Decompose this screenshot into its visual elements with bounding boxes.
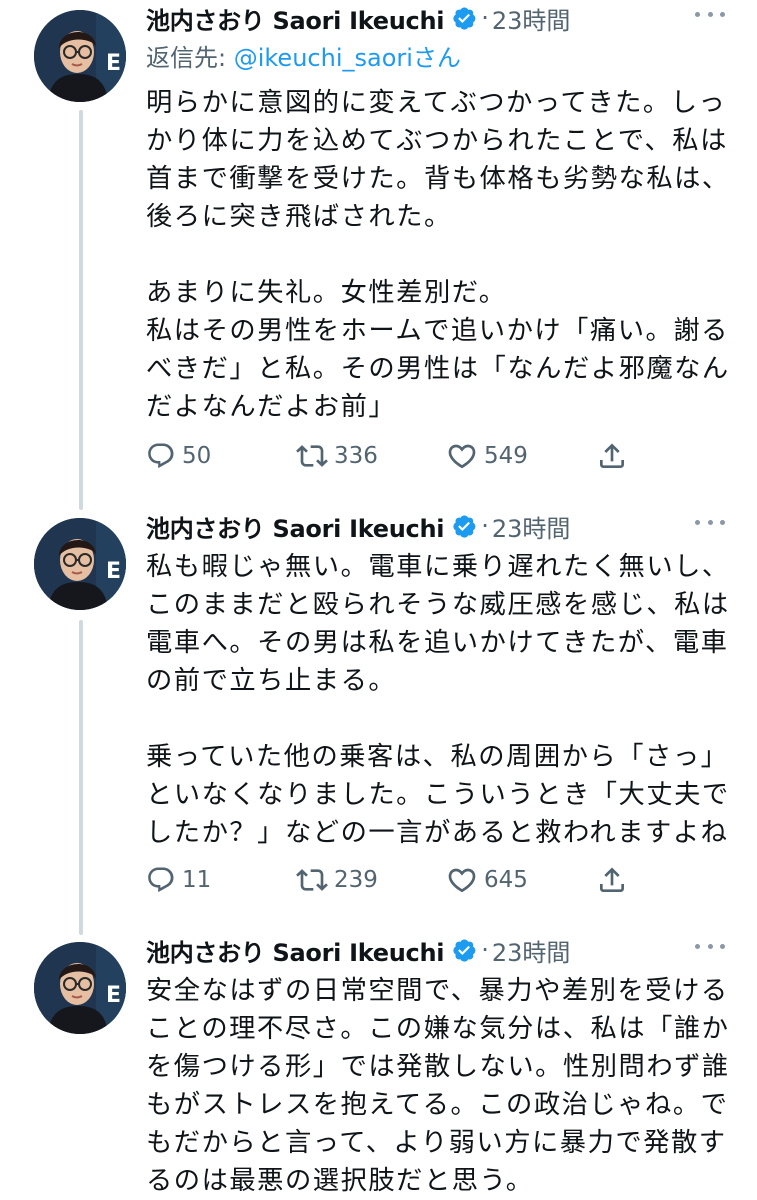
- reply-button[interactable]: 50: [146, 441, 211, 471]
- like-button[interactable]: 549: [446, 440, 528, 472]
- reply-icon: [148, 867, 174, 893]
- like-count: 549: [484, 443, 528, 469]
- tweet-text: 安全なはずの日常空間で、暴力や差別を受けることの理不尽さ。この嫌な気分は、私は「…: [146, 976, 730, 1196]
- more-options-icon[interactable]: [695, 512, 725, 532]
- svg-text:E: E: [106, 983, 121, 1008]
- like-button[interactable]: 645: [446, 864, 528, 896]
- reply-count: 50: [182, 443, 212, 469]
- separator-dot: ·: [481, 936, 489, 964]
- author-name[interactable]: 池内さおり Saori Ikeuchi: [146, 509, 445, 544]
- reply-to-suffix: さん: [412, 44, 461, 72]
- share-icon: [600, 867, 624, 892]
- reply-icon: [148, 443, 174, 469]
- profile-photo-icon: E: [34, 10, 126, 102]
- more-options-icon[interactable]: [695, 4, 725, 24]
- tweet[interactable]: E 池内さおり Saori Ikeuchi · 23時間 返信先: @ikeuc: [0, 0, 757, 500]
- tweet[interactable]: E 池内さおり Saori Ikeuchi · 23時間 安全なはずの日常空間で: [0, 932, 757, 1200]
- heart-icon: [448, 868, 476, 893]
- tweet-header: 池内さおり Saori Ikeuchi · 23時間: [146, 508, 735, 544]
- tweet[interactable]: E 池内さおり Saori Ikeuchi · 23時間 私も暇じゃ無い。電車に: [0, 508, 757, 923]
- tweet-thread: E 池内さおり Saori Ikeuchi · 23時間 返信先: @ikeuc: [0, 0, 757, 1200]
- profile-photo-icon: E: [34, 942, 126, 1034]
- reply-to-prefix: 返信先:: [146, 44, 234, 72]
- share-button[interactable]: [596, 440, 634, 472]
- profile-photo-icon: E: [34, 518, 126, 610]
- reply-button[interactable]: 11: [146, 865, 211, 895]
- author-name[interactable]: 池内さおり Saori Ikeuchi: [146, 1, 445, 36]
- verified-badge-icon: [451, 5, 477, 31]
- reply-count: 11: [182, 867, 212, 893]
- verified-badge-icon: [451, 513, 477, 539]
- share-icon: [600, 443, 624, 468]
- tweet-text: 明らかに意図的に変えてぶつかってきた。しっかり体に力を込めてぶつかられたことで、…: [146, 88, 730, 422]
- more-options-icon[interactable]: [695, 936, 725, 956]
- author-name[interactable]: 池内さおり Saori Ikeuchi: [146, 933, 445, 968]
- reply-to-line: 返信先: @ikeuchi_saoriさん: [146, 36, 735, 80]
- verified-badge-icon: [451, 937, 477, 963]
- action-bar: 50 336 549: [146, 436, 636, 476]
- timestamp[interactable]: 23時間: [492, 509, 571, 544]
- timestamp[interactable]: 23時間: [492, 1, 571, 36]
- retweet-icon: [296, 869, 328, 891]
- retweet-button[interactable]: 336: [296, 440, 378, 472]
- avatar[interactable]: E: [34, 10, 126, 102]
- retweet-count: 336: [334, 443, 378, 469]
- retweet-icon: [296, 445, 328, 467]
- separator-dot: ·: [481, 4, 489, 32]
- avatar[interactable]: E: [34, 518, 126, 610]
- like-count: 645: [484, 867, 528, 893]
- retweet-count: 239: [334, 867, 378, 893]
- svg-text:E: E: [106, 51, 121, 76]
- retweet-button[interactable]: 239: [296, 864, 378, 896]
- reply-to-handle[interactable]: @ikeuchi_saori: [234, 44, 413, 72]
- separator-dot: ·: [481, 512, 489, 540]
- svg-text:E: E: [106, 559, 121, 584]
- tweet-header: 池内さおり Saori Ikeuchi · 23時間: [146, 0, 735, 36]
- share-button[interactable]: [596, 864, 634, 896]
- timestamp[interactable]: 23時間: [492, 933, 571, 968]
- avatar[interactable]: E: [34, 942, 126, 1034]
- tweet-text: 私も暇じゃ無い。電車に乗り遅れたく無いし、このままだと殴られそうな威圧感を感じ、…: [146, 552, 730, 848]
- tweet-header: 池内さおり Saori Ikeuchi · 23時間: [146, 932, 735, 968]
- heart-icon: [448, 444, 476, 469]
- action-bar: 11 239 645: [146, 860, 636, 900]
